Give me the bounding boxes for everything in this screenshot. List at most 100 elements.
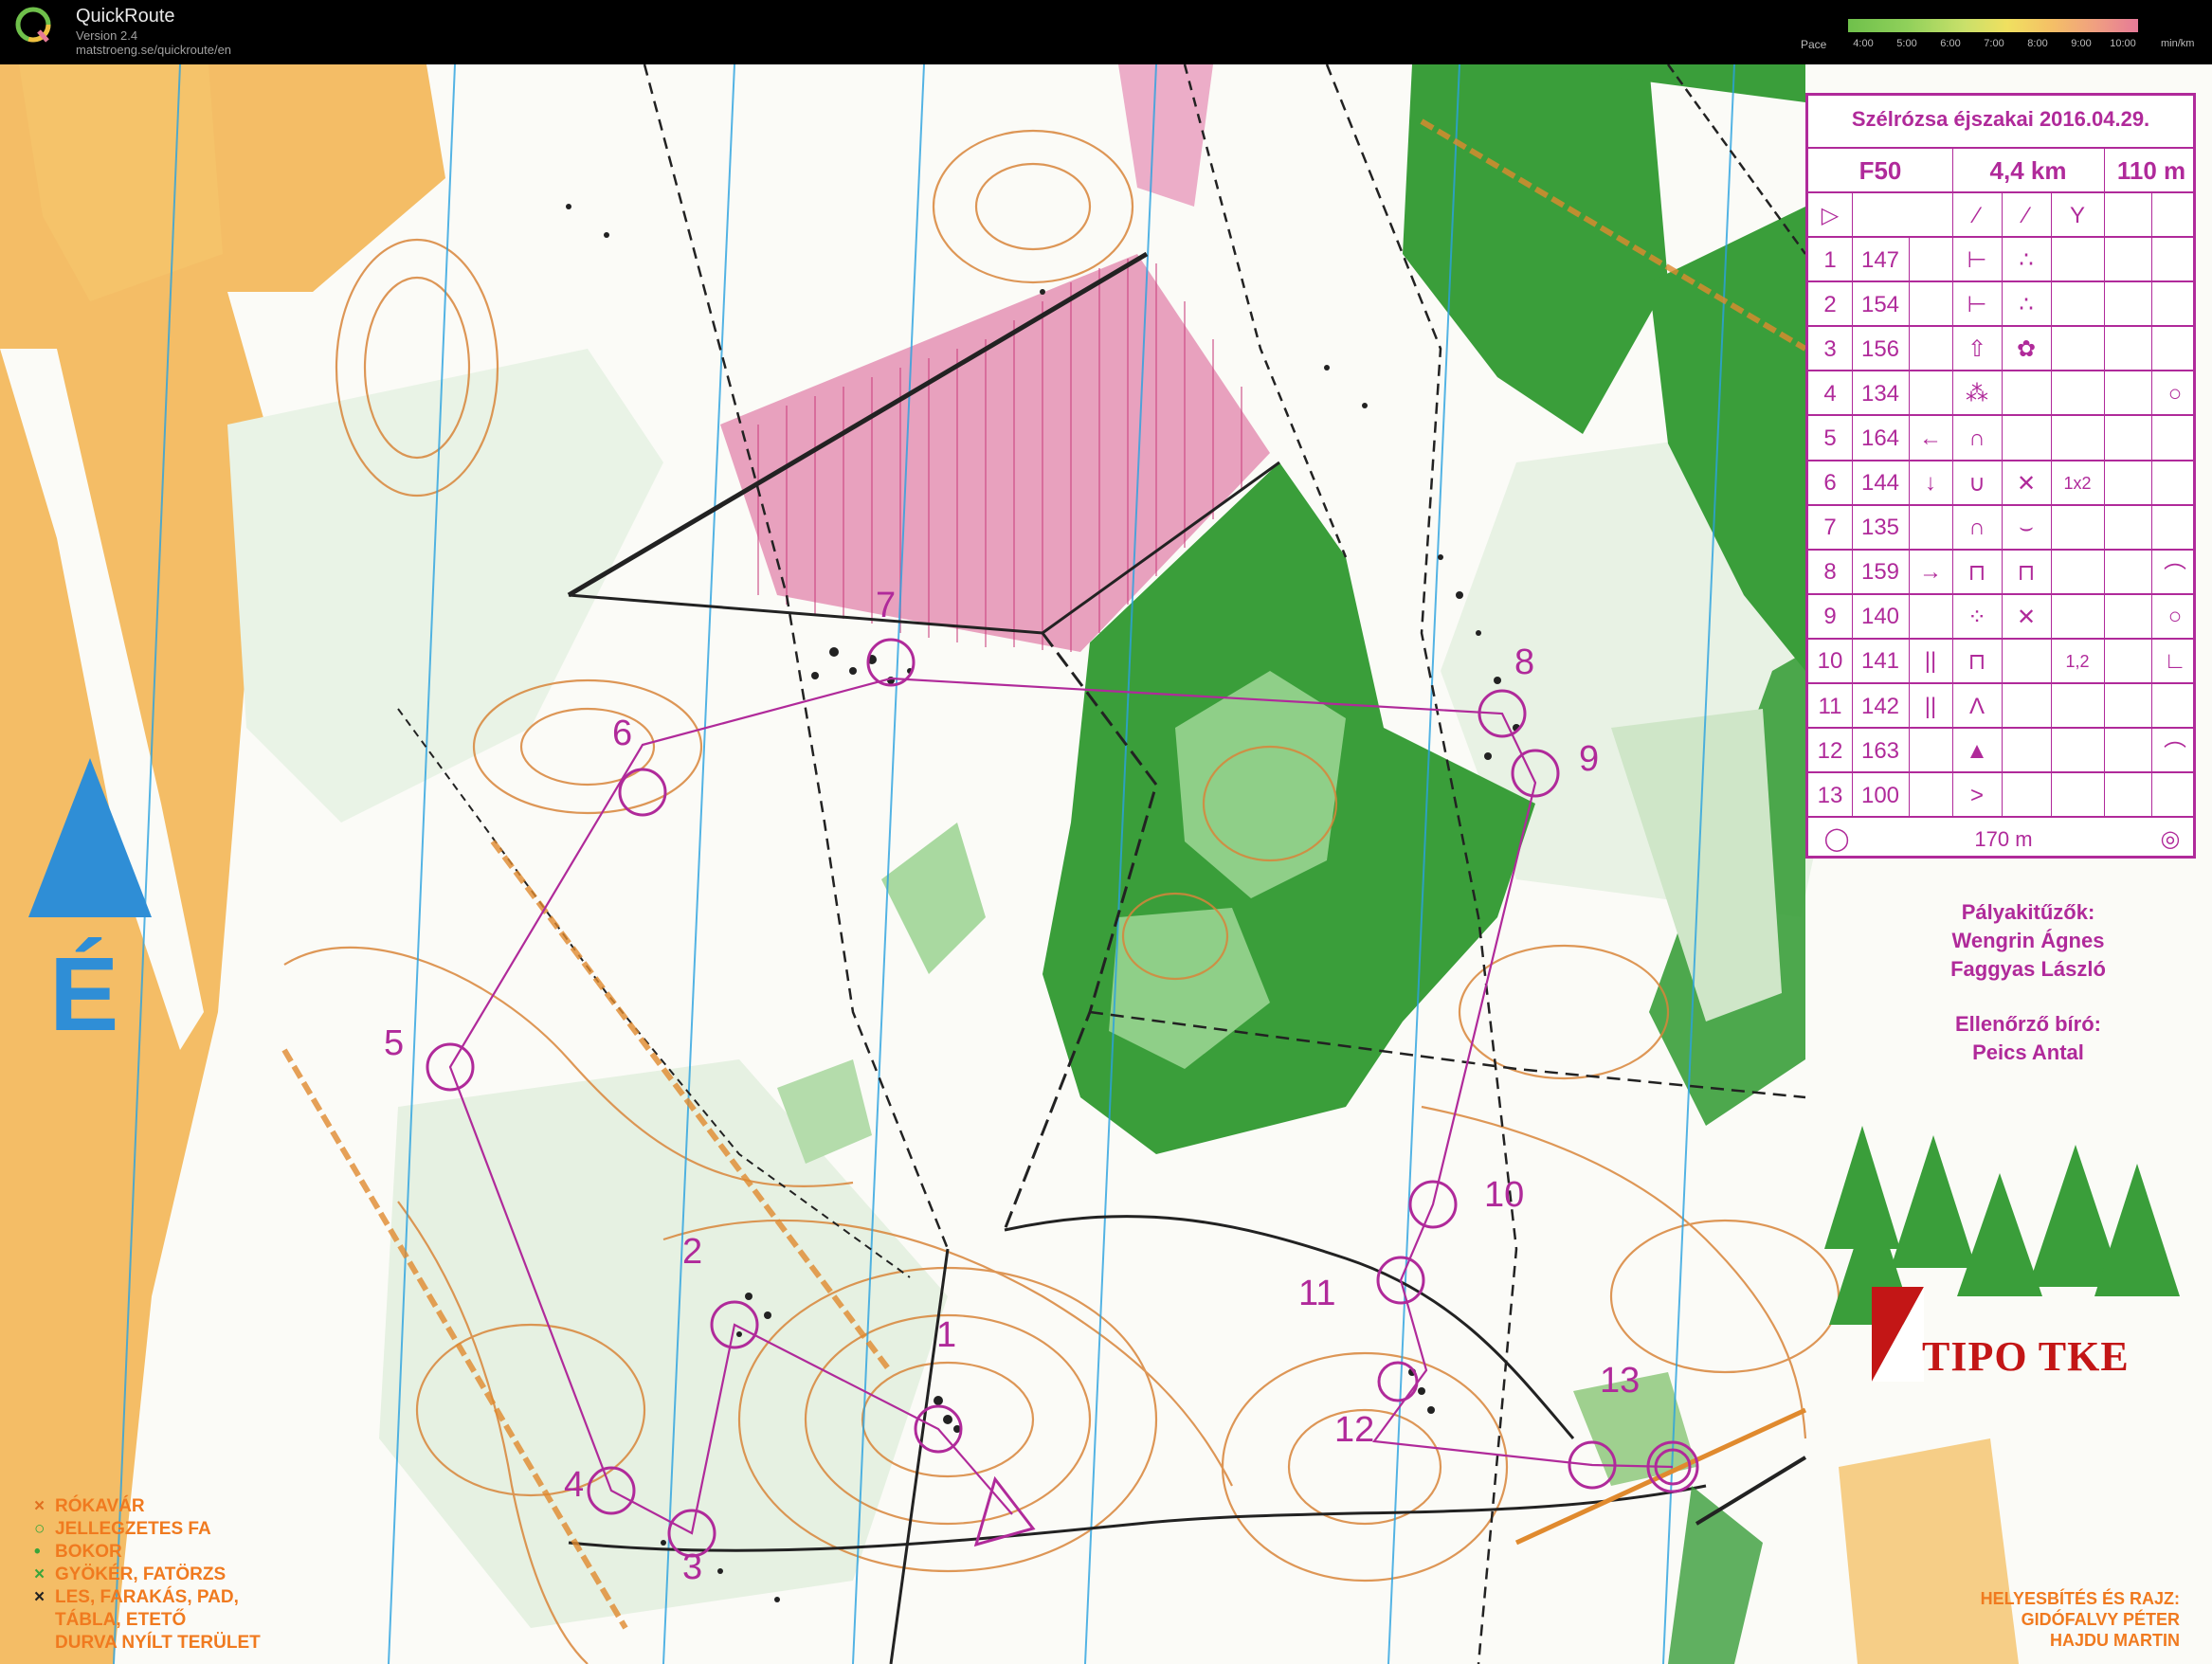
control-number: 1 [936,1315,957,1355]
path-icon: ⁄ [1974,202,1979,228]
control-direction-icon [1909,371,1952,416]
control-sequence: 2 [1823,291,1837,317]
pace-tick: 5:00 [1896,38,1917,49]
control-number: 9 [1579,739,1600,779]
control-feature-icon: ∪ [1968,470,1985,497]
control-appearance-icon [2104,551,2151,595]
legend-text: LES, FARAKÁS, PAD, [55,1587,239,1607]
control-feature-icon: ⊢ [1967,247,1987,273]
control-sequence: 5 [1823,425,1837,451]
legend-item: × GYÖKÉR, FATÖRZS [34,1564,261,1586]
control-detail-icon [2002,371,2051,416]
course-length: 4,4 km [1989,156,2067,185]
legend-text: RÓKAVÁR [55,1496,145,1516]
quickroute-logo-icon [15,7,51,43]
map-author: HELYESBÍTÉS ÉS RAJZ: GIDÓFALVY PÉTER HAJ… [1933,1588,2180,1651]
control-code: 100 [1860,782,1900,808]
control-description-row: 5 164 ← ∩ [1808,414,2193,461]
control-sequence: 7 [1823,515,1837,541]
finish-circle-icon: ◎ [2160,826,2181,852]
control-description-row: 3 156 ⇧ ✿ [1808,325,2193,372]
app-url[interactable]: matstroeng.se/quickroute/en [76,43,231,57]
control-code: 163 [1860,737,1900,764]
control-location-icon: ∟ [2164,648,2186,675]
control-direction-icon [1909,595,1952,640]
control-dimension [2051,506,2104,551]
club-name: TIPO TKE [1922,1332,2130,1381]
app-version: Version 2.4 [76,28,138,43]
control-feature-icon: ⊓ [1967,559,1986,586]
control-dimension: 1,2 [2065,651,2090,671]
control-sequence: 4 [1823,380,1837,407]
control-feature-icon: ⊓ [1967,648,1986,675]
legend-symbol-icon: × [34,1565,45,1584]
control-sequence: 3 [1823,335,1837,362]
author-title: HELYESBÍTÉS ÉS RAJZ: [1980,1589,2180,1608]
control-appearance-icon [2104,416,2151,461]
control-dimension [2051,327,2104,371]
legend-text: DURVA NYÍLT TERÜLET [55,1633,261,1653]
control-code: 140 [1860,604,1900,630]
control-code: 154 [1860,291,1900,317]
legend-symbol-icon: × [34,1496,45,1516]
control-direction-icon: → [1919,559,1942,586]
control-direction-icon: ← [1919,425,1942,451]
control-code: 164 [1860,425,1900,451]
control-location-icon [2151,506,2199,551]
control-description-row: 10 141 || ⊓ 1,2 ∟ [1808,637,2193,684]
control-code: 134 [1860,380,1900,407]
legend-text: BOKOR [55,1542,122,1562]
control-number: 8 [1514,642,1535,682]
control-appearance-icon [2104,238,2151,282]
control-detail-icon: ✿ [2016,336,2037,363]
control-feature-icon: ⁘ [1967,604,1987,630]
control-number: 10 [1484,1175,1525,1215]
event-title: Szélrózsa éjszakai 2016.04.29. [1851,107,2150,131]
pace-tick: 9:00 [2071,38,2092,49]
finish-distance: 170 m [1974,826,2033,851]
control-code: 156 [1860,335,1900,362]
course-setter: Faggyas László [1950,957,2106,981]
controller-name: Peics Antal [1972,1040,2084,1064]
legend-item: ○ JELLEGZETES FA [34,1518,261,1541]
pace-tick: 6:00 [1940,38,1961,49]
control-detail-icon [2002,684,2051,729]
course-setter: Wengrin Ágnes [1951,929,2105,952]
control-description-row: 8 159 → ⊓ ⊓ ⌒ [1808,548,2193,595]
control-sequence: 13 [1817,782,1843,808]
start-triangle-icon: ▷ [1821,203,1840,228]
control-location-icon: ⌒ [2164,741,2186,768]
control-direction-icon [1909,282,1952,327]
control-dimension [2051,684,2104,729]
control-direction-icon [1909,327,1952,371]
control-code: 159 [1860,559,1900,586]
control-sequence: 1 [1823,246,1837,273]
legend-item: × RÓKAVÁR [34,1495,261,1518]
control-appearance-icon [2104,640,2151,684]
control-location-icon [2151,773,2199,818]
orienteering-map[interactable]: 1 2 3 4 5 6 7 8 9 10 11 12 13 É Szélrózs… [0,64,2212,1664]
legend-text: TÁBLA, ETETŐ [55,1610,187,1630]
legend-text: JELLEGZETES FA [55,1519,211,1539]
control-feature-icon: > [1969,782,1984,808]
control-detail-icon: ∴ [2019,292,2034,318]
control-number: 6 [612,714,633,753]
control-detail-icon [2002,640,2051,684]
control-description-row: 9 140 ⁘ ✕ ○ [1808,592,2193,640]
control-location-icon [2151,238,2199,282]
control-location-icon [2151,416,2199,461]
pace-tick: 7:00 [1984,38,2004,49]
control-direction-icon [1909,773,1952,818]
control-appearance-icon [2104,729,2151,773]
control-description-sheet: Szélrózsa éjszakai 2016.04.29. F50 4,4 k… [1805,93,2196,859]
legend-item: DURVA NYÍLT TERÜLET [34,1632,261,1655]
control-dimension [2051,551,2104,595]
author-name: HAJDU MARTIN [2050,1631,2180,1650]
control-description-row: 6 144 ↓ ∪ ✕ 1x2 [1808,459,2193,506]
title-bar: QuickRoute Version 2.4 matstroeng.se/qui… [0,0,2212,64]
control-number: 2 [682,1232,703,1272]
control-detail-icon [2002,729,2051,773]
control-detail-icon [2002,773,2051,818]
control-direction-icon [1909,729,1952,773]
legend-text: GYÖKÉR, FATÖRZS [55,1565,227,1584]
